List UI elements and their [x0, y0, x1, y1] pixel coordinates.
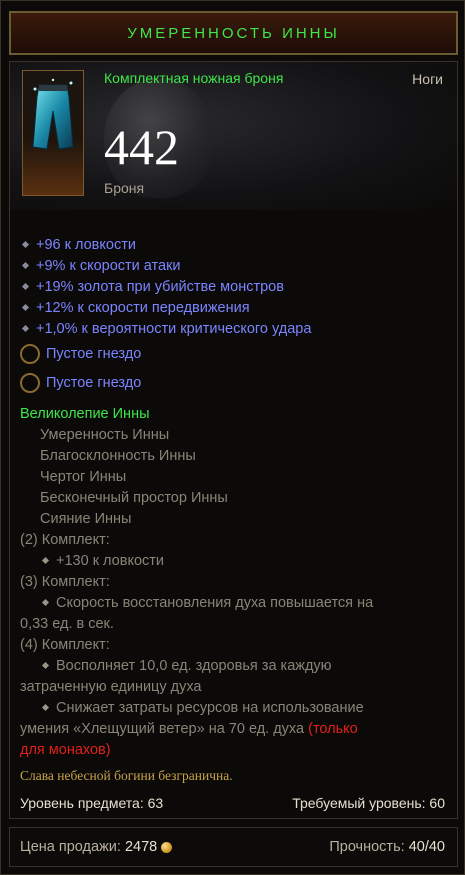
set-bonus-4b-continued: умения «Хлещущий ветер» на 70 ед. духа (… — [20, 721, 358, 737]
durability-label: Прочность: — [329, 839, 405, 855]
tooltip-footer: Цена продажи: 2478 Прочность: 40/40 — [9, 827, 458, 867]
set-bonus-3: Скорость восстановления духа повышается … — [20, 593, 450, 614]
durability-value: 40/40 — [408, 839, 445, 855]
sell-price: Цена продажи: 2478 — [20, 839, 173, 855]
item-tooltip: УМЕРЕННОСТЬ ИННЫ Комплектная ножная брон… — [0, 0, 465, 875]
monk-only-note: (только — [308, 721, 358, 737]
flavor-text: Слава небесной богини безгранична. — [20, 768, 233, 783]
property-dexterity: +96 к ловкости — [20, 234, 450, 255]
armor-value: 442 — [104, 119, 179, 175]
set-name: Великолепие Инны — [20, 406, 150, 422]
property-attack-speed: +9% к скорости атаки — [20, 255, 450, 276]
item-type: Комплектная ножная броня — [104, 70, 284, 86]
tooltip-body: Комплектная ножная броня Ноги 442 Броня … — [9, 61, 458, 819]
bullet-icon — [41, 703, 50, 711]
gold-coin-icon — [161, 841, 173, 853]
bullet-icon — [21, 324, 30, 333]
durability: Прочность: 40/40 — [329, 839, 445, 855]
set-item: Бесконечный простор Инны — [40, 490, 228, 506]
empty-socket: Пустое гнездо — [20, 339, 450, 368]
required-level: Требуемый уровень: 60 — [292, 795, 445, 811]
bullet-icon — [41, 661, 50, 669]
bullet-icon — [21, 303, 30, 312]
set-bonus-3-label: (3) Комплект: — [20, 574, 110, 590]
sell-value: 2478 — [124, 839, 158, 855]
pants-icon — [32, 78, 74, 150]
set-bonus-3-continued: 0,33 ед. в сек. — [20, 616, 114, 632]
monk-only-note-continued: для монахов) — [20, 742, 111, 758]
set-info: Великолепие Инны Умеренность Инны Благос… — [20, 404, 450, 761]
item-level: Уровень предмета: 63 — [20, 795, 164, 811]
set-bonus-4b: Снижает затраты ресурсов на использовани… — [20, 698, 450, 719]
property-movement-speed: +12% к скорости передвижения — [20, 297, 450, 318]
sell-label: Цена продажи: — [20, 839, 121, 855]
set-item: Чертог Инны — [40, 469, 127, 485]
item-title: УМЕРЕННОСТЬ ИННЫ — [127, 24, 340, 42]
bullet-icon — [21, 261, 30, 270]
socket-ring-icon — [20, 372, 40, 393]
set-bonus-4a: Восполняет 10,0 ед. здоровья за каждую — [20, 656, 450, 677]
set-bonus-4-label: (4) Комплект: — [20, 637, 110, 653]
socket-ring-icon — [20, 343, 40, 364]
item-slot: Ноги — [412, 71, 443, 87]
tooltip-header: УМЕРЕННОСТЬ ИННЫ — [9, 11, 458, 55]
empty-socket: Пустое гнездо — [20, 368, 450, 397]
bullet-icon — [21, 240, 30, 249]
item-image-frame — [22, 70, 84, 196]
item-summary: Комплектная ножная броня Ноги 442 Броня — [10, 62, 457, 210]
set-item: Сияние Инны — [40, 511, 132, 527]
set-bonus-2-label: (2) Комплект: — [20, 532, 110, 548]
property-gold-find: +19% золота при убийстве монстров — [20, 276, 450, 297]
set-bonus-2: +130 к ловкости — [20, 551, 450, 572]
item-properties: +96 к ловкости +9% к скорости атаки +19%… — [20, 234, 450, 397]
bullet-icon — [41, 598, 50, 606]
set-item: Умеренность Инны — [40, 427, 170, 443]
bullet-icon — [21, 282, 30, 291]
property-crit-chance: +1,0% к вероятности критического удара — [20, 318, 450, 339]
armor-label: Броня — [104, 180, 145, 196]
set-bonus-4a-continued: затраченную единицу духа — [20, 679, 202, 695]
bullet-icon — [41, 556, 50, 564]
set-item: Благосклонность Инны — [40, 448, 196, 464]
